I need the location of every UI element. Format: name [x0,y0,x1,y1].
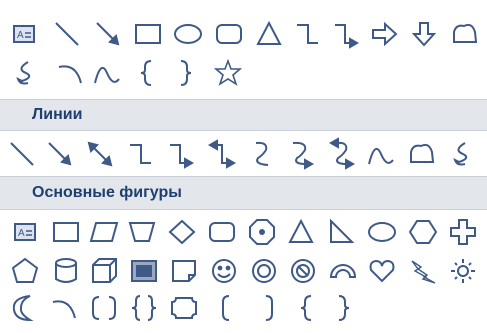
rectangle-icon[interactable] [53,222,79,242]
curved-double-arrow-connector-icon[interactable] [328,137,356,170]
parallelogram-icon[interactable] [89,222,119,242]
curved-connector-icon[interactable] [255,141,269,166]
trapezoid-icon[interactable] [128,222,156,242]
pentagon-icon[interactable] [11,257,39,283]
text-box-icon[interactable]: A [14,223,36,241]
lightning-bolt-icon[interactable] [411,260,436,284]
sun-icon[interactable] [451,259,475,283]
basic-shapes-section-header: Основные фигуры [0,176,487,210]
freeform-scribble-icon[interactable] [16,61,31,85]
rounded-rectangle-icon[interactable] [209,222,235,242]
curve-icon[interactable] [94,66,120,84]
octagon-icon[interactable] [249,219,275,245]
elbow-arrow-connector-icon[interactable] [335,24,360,49]
down-arrow-icon[interactable] [411,22,437,47]
isosceles-triangle-icon[interactable] [256,20,282,45]
lines-header-label: Линии [32,106,83,123]
arrow-icon[interactable] [96,22,120,46]
hexagon-icon[interactable] [408,220,438,244]
basic-shapes-section: A [0,212,487,333]
heart-icon[interactable] [369,259,395,283]
flowchart-stored-data-icon[interactable] [453,23,478,43]
line-icon[interactable] [10,142,34,166]
scribble-icon[interactable] [453,142,468,166]
basic-shapes-header-label: Основные фигуры [32,184,182,201]
cube-icon[interactable] [92,258,117,283]
lines-section-header: Линии [0,99,487,131]
elbow-double-arrow-connector-icon[interactable] [207,139,237,169]
right-arrow-icon[interactable] [372,21,398,47]
left-bracket-icon[interactable] [222,295,230,321]
elbow-arrow-connector-icon[interactable] [170,144,195,169]
svg-text:A: A [18,228,25,239]
shapes-gallery: A Линии Основные фигуры A [0,0,487,333]
freeform-icon[interactable] [410,143,435,163]
right-brace-icon[interactable] [338,295,350,321]
cross-icon[interactable] [450,219,476,245]
right-bracket-icon[interactable] [265,295,273,321]
bevel-icon[interactable] [131,260,157,282]
right-brace-icon[interactable] [180,60,192,86]
svg-text:A: A [17,30,24,41]
isosceles-triangle-icon[interactable] [288,218,314,243]
double-bracket-icon[interactable] [92,296,116,320]
text-box-icon[interactable]: A [13,25,35,43]
oval-icon[interactable] [174,24,202,44]
left-brace-icon[interactable] [140,60,152,86]
arc-icon[interactable] [52,300,76,319]
curved-arrow-connector-icon[interactable] [292,141,315,170]
moon-icon[interactable] [12,295,34,322]
arc-icon[interactable] [58,65,82,84]
rounded-rectangle-icon[interactable] [216,24,242,44]
can-icon[interactable] [55,258,77,283]
block-arc-icon[interactable] [329,264,357,278]
5-point-star-icon[interactable] [213,58,243,86]
rectangle-icon[interactable] [135,24,161,44]
right-triangle-icon[interactable] [330,218,355,243]
diamond-icon[interactable] [168,219,196,245]
curve-icon[interactable] [368,147,394,165]
elbow-connector-icon[interactable] [130,144,151,164]
no-symbol-icon[interactable] [291,259,315,283]
arrow-icon[interactable] [48,142,72,166]
left-brace-icon[interactable] [300,295,312,321]
line-icon[interactable] [55,22,79,46]
smiley-face-icon[interactable] [212,259,236,283]
lines-section [0,132,487,176]
oval-icon[interactable] [368,222,396,242]
donut-icon[interactable] [252,259,276,283]
double-arrow-icon[interactable] [87,141,113,167]
double-brace-icon[interactable] [131,295,157,321]
recent-shapes-section: A [0,16,487,94]
plaque-icon[interactable] [171,297,197,319]
elbow-connector-icon[interactable] [297,24,318,44]
folded-corner-icon[interactable] [172,260,196,282]
